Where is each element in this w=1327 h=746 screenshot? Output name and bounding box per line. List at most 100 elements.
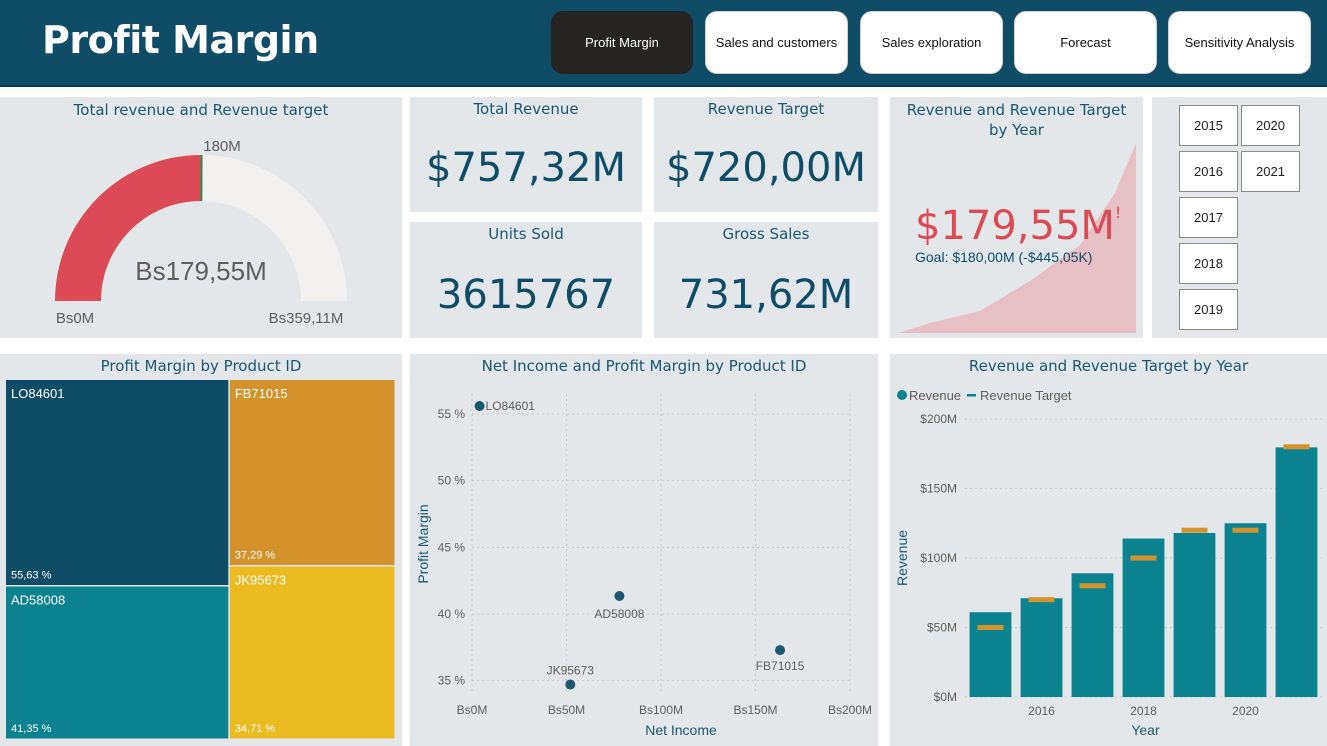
- scatter-point-jk95673[interactable]: [565, 679, 576, 690]
- scatter-x-tick: Bs0M: [457, 703, 488, 717]
- treemap-tile-lo84601[interactable]: [6, 380, 229, 586]
- year-2015-button[interactable]: 2015: [1179, 105, 1238, 146]
- units-sold-label: Units Sold: [488, 225, 564, 243]
- scatter-label-fb71015: FB71015: [756, 659, 805, 673]
- bar-y-tick: $200M: [920, 412, 957, 426]
- gauge-min-label: Bs0M: [56, 310, 94, 327]
- gauge-panel: Total revenue and Revenue target 180M Bs…: [0, 97, 402, 338]
- scatter-point-lo84601[interactable]: [474, 401, 485, 411]
- target-marker-2019[interactable]: [1181, 527, 1208, 533]
- alert-icon: !: [1114, 203, 1122, 222]
- scatter-x-axis-label: Net Income: [645, 722, 717, 738]
- revenue-bar-2016[interactable]: [1020, 598, 1063, 697]
- scatter-y-tick: 50 %: [438, 474, 466, 488]
- year-slicer-panel: 2015 2020 2016 2021 2017 2018 2019: [1152, 97, 1327, 338]
- target-marker-2021[interactable]: [1283, 444, 1310, 450]
- scatter-y-tick: 40 %: [438, 607, 466, 621]
- bar-panel: Revenue and Revenue Target by Year $0M $5…: [890, 354, 1327, 746]
- revenue-bar-2017[interactable]: [1071, 573, 1114, 697]
- gauge-max-label: Bs359,11M: [269, 310, 344, 327]
- bar-y-tick: $0M: [934, 690, 957, 704]
- revenue-target-label: Revenue Target: [707, 100, 825, 118]
- treemap-label-jk95673: JK95673: [235, 572, 286, 587]
- revenue-kpi-value: $179,55M!: [915, 203, 1121, 249]
- treemap-label-fb71015: FB71015: [235, 386, 288, 401]
- bar-x-tick: 2020: [1232, 704, 1259, 718]
- bar-x-tick: 2018: [1130, 704, 1157, 718]
- treemap-value-ad58008: 41,35 %: [11, 723, 52, 735]
- nav-sales-customers-button[interactable]: Sales and customers: [705, 11, 848, 74]
- scatter-label-lo84601: LO84601: [486, 399, 536, 413]
- total-revenue-label: Total Revenue: [473, 100, 579, 118]
- gauge-target-label: 180M: [203, 138, 241, 155]
- treemap-tile-ad58008[interactable]: [6, 586, 229, 739]
- legend-target-label: Revenue Target: [980, 388, 1072, 403]
- revenue-bar-2021[interactable]: [1275, 447, 1318, 697]
- header-bar: Profit Margin Profit Margin Sales and cu…: [0, 0, 1327, 87]
- nav-forecast-button[interactable]: Forecast: [1014, 11, 1157, 74]
- gross-sales-label: Gross Sales: [722, 225, 810, 243]
- target-marker-2018[interactable]: [1130, 555, 1157, 561]
- treemap-value-jk95673: 34,71 %: [235, 723, 276, 735]
- scatter-x-tick: Bs150M: [733, 703, 777, 717]
- year-2016-button[interactable]: 2016: [1179, 151, 1238, 192]
- year-2020-button[interactable]: 2020: [1241, 105, 1300, 146]
- treemap-panel: Profit Margin by Product ID LO84601 55,63…: [0, 354, 402, 746]
- scatter-y-axis-label: Profit Margin: [415, 504, 431, 583]
- scatter-panel: Net Income and Profit Margin by Product …: [410, 354, 878, 746]
- nav-sales-exploration-button[interactable]: Sales exploration: [860, 11, 1003, 74]
- nav-profit-margin-button[interactable]: Profit Margin: [551, 11, 693, 74]
- legend-revenue-marker: [897, 390, 907, 400]
- gauge-value-label: Bs179,55M: [135, 256, 267, 286]
- treemap-value-lo84601: 55,63 %: [11, 570, 52, 582]
- target-marker-2015[interactable]: [977, 625, 1004, 630]
- scatter-y-tick: 55 %: [438, 407, 466, 421]
- target-marker-2016[interactable]: [1028, 597, 1055, 603]
- scatter-label-ad58008: AD58008: [594, 607, 644, 621]
- treemap-tile-jk95673[interactable]: [229, 566, 395, 739]
- legend-revenue-label: Revenue: [909, 388, 961, 403]
- revenue-target-value: $720,00M: [666, 145, 866, 191]
- nav-sensitivity-analysis-button[interactable]: Sensitivity Analysis: [1168, 11, 1311, 74]
- target-marker-2017[interactable]: [1079, 583, 1106, 589]
- revenue-kpi-value-text: $179,55M: [915, 203, 1115, 249]
- year-2017-button[interactable]: 2017: [1179, 197, 1238, 238]
- revenue-bar-2018[interactable]: [1122, 538, 1165, 697]
- treemap-value-fb71015: 37,29 %: [235, 549, 276, 561]
- target-marker-2020[interactable]: [1232, 527, 1259, 533]
- bar-x-tick: 2016: [1028, 704, 1055, 718]
- gauge-chart: 180M Bs179,55M Bs0M Bs359,11M: [55, 138, 347, 327]
- scatter-x-tick: Bs100M: [639, 703, 683, 717]
- bar-y-tick: $50M: [927, 621, 957, 635]
- units-sold-card: Units Sold 3615767: [410, 222, 642, 338]
- scatter-label-jk95673: JK95673: [547, 664, 595, 678]
- revenue-bar-2019[interactable]: [1173, 532, 1216, 697]
- treemap-tile-fb71015[interactable]: [229, 380, 395, 565]
- gross-sales-value: 731,62M: [678, 272, 854, 318]
- treemap-label-lo84601: LO84601: [11, 386, 65, 401]
- revenue-kpi-title: Revenue and Revenue Target by Year: [906, 101, 1127, 139]
- scatter-chart: Bs0M Bs50M Bs100M Bs150M Bs200M 35 % 40 % 45 % 5…: [415, 394, 872, 738]
- year-2018-button[interactable]: 2018: [1179, 243, 1238, 284]
- bar-chart: $0M $50M $100M $150M $200M 2016 2018 2020 Year Re…: [894, 388, 1322, 738]
- treemap-label-ad58008: AD58008: [11, 593, 65, 608]
- revenue-bar-2020[interactable]: [1224, 523, 1267, 697]
- total-revenue-card: Total Revenue $757,32M: [410, 97, 642, 212]
- scatter-point-ad58008[interactable]: [614, 591, 625, 601]
- year-2021-button[interactable]: 2021: [1241, 151, 1300, 192]
- scatter-point-fb71015[interactable]: [775, 645, 786, 656]
- scatter-x-tick: Bs50M: [548, 703, 585, 717]
- revenue-target-card: Revenue Target $720,00M: [654, 97, 878, 212]
- bar-y-axis-label: Revenue: [894, 530, 910, 586]
- year-2019-button[interactable]: 2019: [1179, 289, 1238, 330]
- scatter-x-tick: Bs200M: [828, 703, 872, 717]
- total-revenue-value: $757,32M: [426, 145, 626, 191]
- treemap-chart: LO84601 55,63 % AD58008 41,35 % FB71015 37,29…: [6, 380, 395, 739]
- revenue-kpi-card: Revenue and Revenue Target by Year $179,…: [890, 97, 1143, 338]
- revenue-bar-2015[interactable]: [969, 612, 1012, 697]
- revenue-kpi-goal: Goal: $180,00M (-$445,05K): [915, 249, 1093, 265]
- gross-sales-card: Gross Sales 731,62M: [654, 222, 878, 338]
- units-sold-value: 3615767: [436, 272, 616, 318]
- scatter-y-tick: 35 %: [438, 674, 466, 688]
- bar-y-tick: $150M: [920, 482, 957, 496]
